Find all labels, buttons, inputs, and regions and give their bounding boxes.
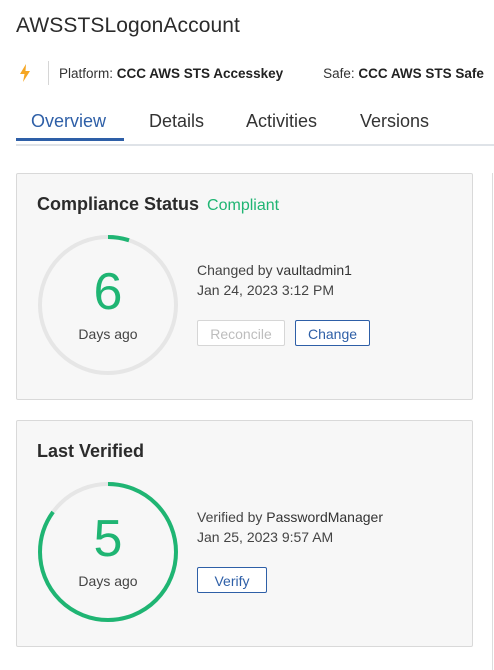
tab-activities[interactable]: Activities	[246, 111, 317, 132]
verify-info: Verified by PasswordManager Jan 25, 2023…	[197, 507, 383, 547]
verified-by-user: PasswordManager	[266, 509, 383, 525]
verified-days-ring: 5 Days ago	[37, 481, 179, 623]
right-panel-border	[492, 173, 493, 670]
compliance-days-label: Days ago	[78, 326, 138, 342]
compliance-days-ring: 6 Days ago	[37, 234, 179, 376]
verify-button[interactable]: Verify	[197, 567, 267, 593]
compliance-title-text: Compliance Status	[37, 194, 200, 214]
compliance-status-badge: Compliant	[207, 197, 280, 214]
verified-days-label: Days ago	[78, 573, 138, 589]
compliance-status-title: Compliance Status Compliant	[37, 194, 279, 215]
platform-label: Platform:	[59, 65, 114, 81]
compliance-status-card: Compliance Status Compliant 6 Days ago Ch…	[16, 173, 473, 400]
change-info: Changed by vaultadmin1 Jan 24, 2023 3:12…	[197, 260, 352, 300]
tab-details[interactable]: Details	[149, 111, 204, 132]
change-button[interactable]: Change	[295, 320, 370, 346]
tab-versions[interactable]: Versions	[360, 111, 429, 132]
verified-days-value: 5	[93, 510, 123, 568]
changed-by-label: Changed by	[197, 262, 273, 278]
safe-value: CCC AWS STS Safe	[358, 65, 484, 81]
account-title: AWSSTSLogonAccount	[16, 14, 240, 37]
verified-at: Jan 25, 2023 9:57 AM	[197, 529, 334, 545]
platform-value: CCC AWS STS Accesskey	[116, 65, 284, 81]
compliance-days-value: 6	[93, 263, 123, 321]
safe-label: Safe:	[323, 65, 355, 81]
changed-by-user: vaultadmin1	[276, 262, 352, 278]
active-tab-indicator	[16, 138, 124, 141]
last-verified-card: Last Verified 5 Days ago Verified by Pas…	[16, 420, 473, 647]
tab-overview[interactable]: Overview	[31, 111, 106, 132]
account-meta: Platform: CCC AWS STS Accesskey Safe: CC…	[16, 61, 494, 85]
last-verified-title: Last Verified	[37, 441, 145, 461]
reconcile-button[interactable]: Reconcile	[197, 320, 285, 346]
tab-bar: Overview Details Activities Versions	[16, 108, 494, 146]
changed-at: Jan 24, 2023 3:12 PM	[197, 282, 334, 298]
lightning-bolt-icon	[18, 63, 32, 83]
meta-divider	[48, 61, 49, 85]
verified-by-label: Verified by	[197, 509, 263, 525]
